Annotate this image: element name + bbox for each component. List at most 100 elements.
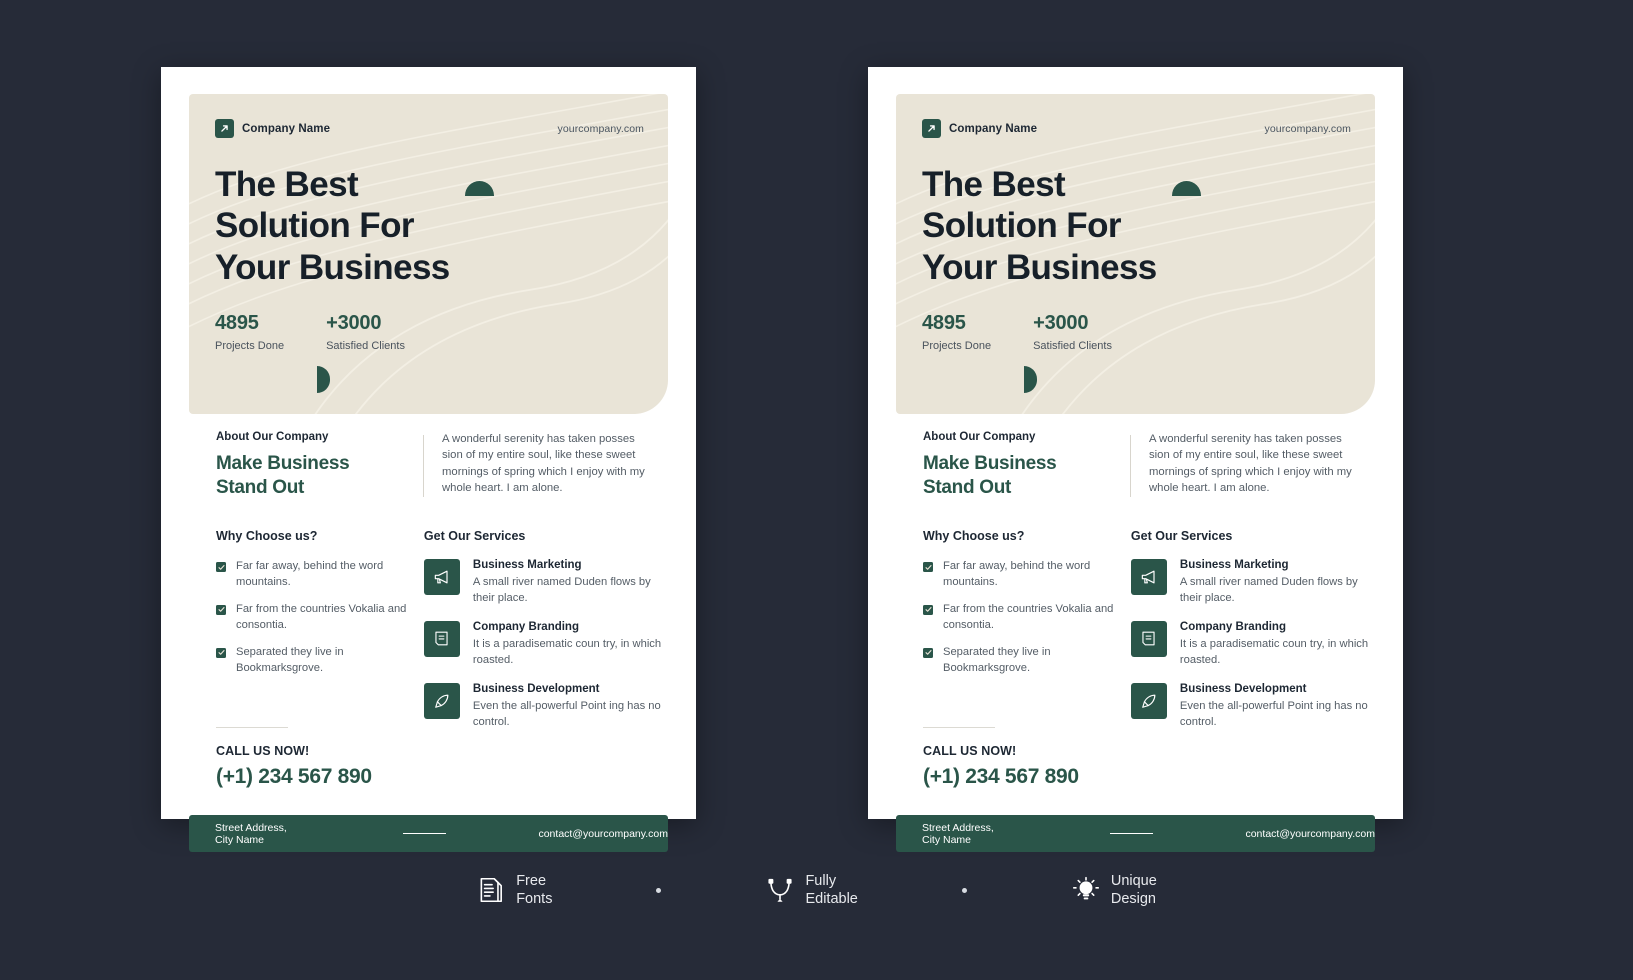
hero-title-line-2: Solution For: [215, 206, 414, 246]
footer-divider: [403, 832, 447, 835]
hero-title-line-3: Your Business: [922, 247, 1157, 287]
badge-free-fonts: Free Fonts: [476, 872, 552, 908]
why-choose-list: Far far away, behind the word mountains.…: [216, 559, 424, 676]
stat-number: 4895: [215, 312, 259, 334]
call-us-label: CALL US NOW!: [216, 744, 310, 758]
service-desc: It is a paradisematic coun try, in which…: [1179, 637, 1369, 666]
brand-block[interactable]: Company Name: [215, 119, 330, 138]
hero-title: The Best Solution For Your Business: [922, 164, 1157, 288]
hero-title-line-3: Your Business: [215, 247, 450, 287]
check-icon: [216, 604, 226, 615]
website-url[interactable]: yourcompany.com: [1264, 123, 1351, 135]
stat-projects: 4895 Projects Done: [922, 312, 991, 352]
check-icon: [216, 647, 226, 658]
stat-number: +3000: [1033, 312, 1089, 334]
rocket-icon: [423, 682, 460, 719]
brand-block[interactable]: Company Name: [922, 119, 1037, 138]
website-url[interactable]: yourcompany.com: [557, 123, 644, 135]
stat-number: 4895: [922, 312, 966, 334]
stats-row: 4895 Projects Done +3000 Satisfied Clien…: [215, 312, 405, 352]
bezier-pen-icon: [765, 875, 795, 905]
phone-number[interactable]: (+1) 234 567 890: [216, 765, 372, 789]
vertical-divider: [423, 435, 424, 497]
hero-title-line-2: Solution For: [922, 206, 1121, 246]
about-section: About Our Company Make Business Stand Ou…: [923, 431, 1373, 501]
service-title: Business Development: [1179, 682, 1307, 695]
list-item-text: Separated they live in Bookmarksgrove.: [236, 645, 344, 674]
badge-line-2: Editable: [805, 891, 858, 908]
about-heading-line-1: Make Business: [923, 453, 1057, 474]
service-desc: Even the all-powerful Point ing has no c…: [1179, 699, 1368, 728]
poster-preview-front[interactable]: Company Name yourcompany.com The Best So…: [161, 67, 696, 852]
list-item-text: Far from the countries Vokalia and conso…: [943, 602, 1114, 631]
why-choose-column: Why Choose us? Far far away, behind the …: [216, 529, 424, 744]
stat-projects: 4895 Projects Done: [215, 312, 284, 352]
poster-preview-back[interactable]: Company Name yourcompany.com The Best So…: [868, 67, 1403, 852]
check-icon: [216, 562, 226, 572]
why-choose-column: Why Choose us? Far far away, behind the …: [923, 529, 1131, 744]
content-columns: Why Choose us? Far far away, behind the …: [923, 529, 1373, 744]
hero-title-line-1: The Best: [922, 165, 1066, 204]
stats-row: 4895 Projects Done +3000 Satisfied Clien…: [922, 312, 1112, 352]
list-item: Separated they live in Bookmarksgrove.: [923, 645, 1131, 677]
badge-line-2: Design: [1110, 891, 1156, 908]
rocket-icon: [1130, 682, 1167, 719]
poster-footer: Street Address, City Name contact@yourco…: [189, 815, 668, 852]
about-heading: Make Business Stand Out: [923, 452, 1130, 501]
list-item: Far far away, behind the word mountains.: [923, 559, 1131, 591]
horizontal-divider: [923, 727, 995, 728]
badge-unique-design: Unique Design: [1071, 872, 1157, 908]
about-body-text: A wonderful serenity has taken posses si…: [442, 433, 645, 495]
badge-line-1: Unique: [1110, 873, 1157, 889]
badge-label: Free Fonts: [516, 872, 552, 908]
list-item-text: Separated they live in Bookmarksgrove.: [943, 645, 1051, 674]
about-body-text: A wonderful serenity has taken posses si…: [1149, 433, 1352, 495]
stat-label: Satisfied Clients: [1033, 340, 1112, 352]
phone-number[interactable]: (+1) 234 567 890: [923, 765, 1079, 789]
service-text: Business Marketing A small river named D…: [1180, 559, 1373, 607]
service-desc: Even the all-powerful Point ing has no c…: [472, 699, 661, 728]
footer-email[interactable]: contact@yourcompany.com: [538, 828, 668, 840]
service-title: Business Marketing: [1179, 559, 1289, 571]
list-item[interactable]: Business Marketing A small river named D…: [423, 559, 666, 607]
brand-name: Company Name: [242, 122, 331, 135]
poster-footer: Street Address, City Name contact@yourco…: [896, 815, 1375, 852]
service-title: Company Branding: [472, 620, 579, 633]
stat-clients: +3000 Satisfied Clients: [1033, 312, 1112, 352]
why-choose-heading: Why Choose us?: [923, 529, 1025, 543]
hero-title: The Best Solution For Your Business: [215, 164, 450, 288]
call-us-label: CALL US NOW!: [923, 744, 1017, 758]
check-icon: [923, 604, 933, 615]
about-heading-block: About Our Company Make Business Stand Ou…: [216, 431, 423, 501]
list-item[interactable]: Business Marketing A small river named D…: [1130, 559, 1373, 607]
service-desc: A small river named Duden flows by their…: [1179, 576, 1358, 604]
services-list: Business Marketing A small river named D…: [423, 559, 666, 731]
badge-line-2: Fonts: [516, 891, 553, 908]
list-item[interactable]: Company Branding It is a paradisematic c…: [1130, 620, 1373, 669]
list-item: Far far away, behind the word mountains.: [216, 559, 424, 591]
hero-title-line-1: The Best: [215, 165, 359, 204]
about-heading-line-1: Make Business: [216, 453, 350, 474]
about-heading-line-2: Stand Out: [216, 477, 305, 499]
badge-line-1: Free: [516, 873, 547, 889]
badge-label: Fully Editable: [805, 872, 857, 908]
poster-header: Company Name yourcompany.com: [922, 119, 1351, 138]
check-icon: [923, 647, 933, 658]
badge-fully-editable: Fully Editable: [765, 872, 858, 908]
megaphone-icon: [423, 559, 460, 595]
document-icon: [1130, 620, 1167, 657]
footer-email[interactable]: contact@yourcompany.com: [1245, 828, 1375, 840]
list-item[interactable]: Business Development Even the all-powerf…: [1130, 682, 1373, 731]
list-item: Far from the countries Vokalia and conso…: [923, 602, 1131, 634]
about-kicker: About Our Company: [216, 431, 329, 443]
list-item-text: Far far away, behind the word mountains.: [943, 560, 1091, 588]
list-item[interactable]: Company Branding It is a paradisematic c…: [423, 620, 666, 669]
list-item[interactable]: Business Development Even the all-powerf…: [423, 682, 666, 731]
why-choose-list: Far far away, behind the word mountains.…: [923, 559, 1131, 676]
hero-panel: Company Name yourcompany.com The Best So…: [896, 94, 1375, 414]
service-desc: A small river named Duden flows by their…: [472, 576, 651, 604]
badge-separator-dot: [656, 887, 662, 893]
services-column: Get Our Services Business Marketing A sm…: [423, 529, 666, 744]
horizontal-divider: [216, 727, 288, 728]
service-desc: It is a paradisematic coun try, in which…: [472, 637, 662, 666]
